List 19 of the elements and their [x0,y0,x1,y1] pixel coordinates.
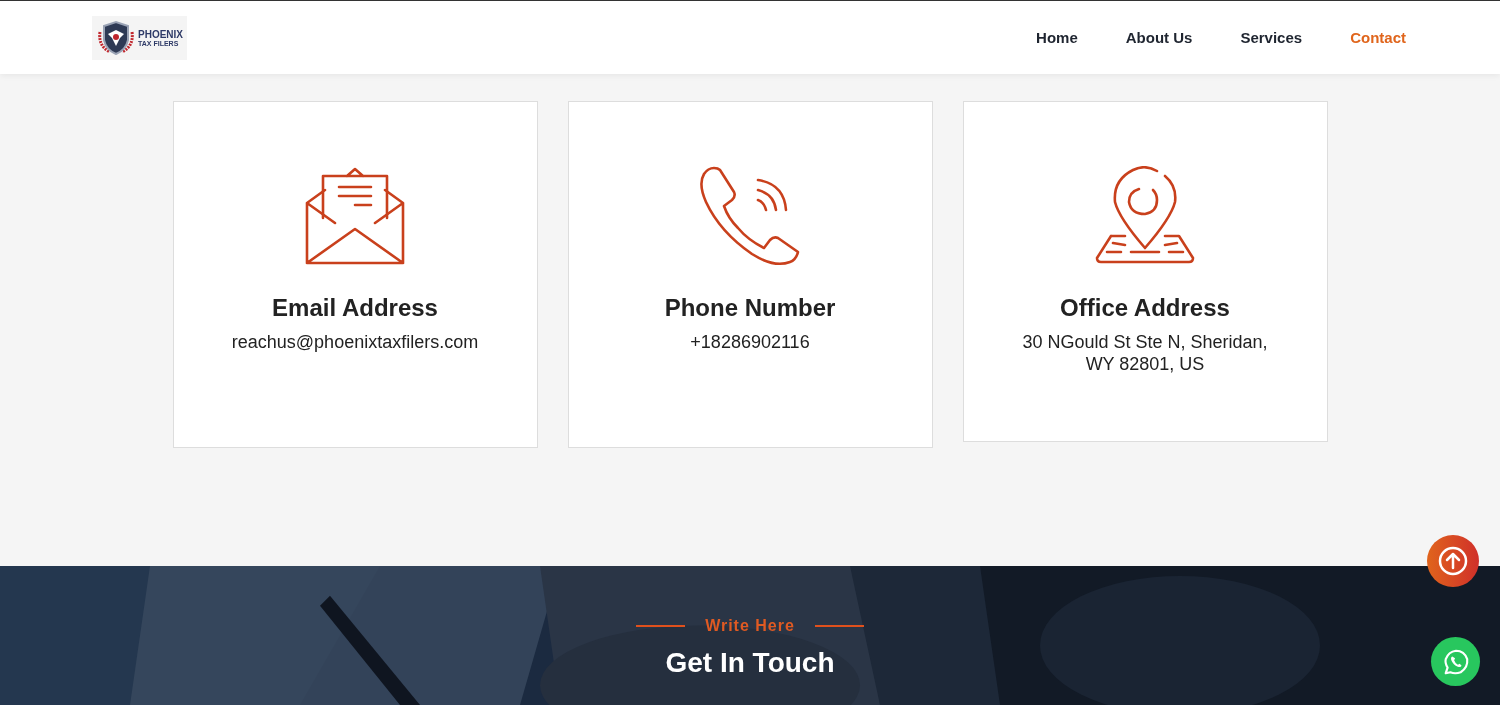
card-detail: reachus@phoenixtaxfilers.com [231,331,479,353]
card-title: Phone Number [664,294,836,322]
nav-link[interactable]: About Us [1101,29,1217,46]
chat-phone-icon [1441,647,1470,676]
logo-wordmark: PHOENIX [138,28,183,40]
card-detail: WY 82801, US [1085,353,1205,375]
card-title: Office Address [1060,294,1230,322]
map-pin-icon [1095,166,1195,266]
section-eyebrow: Write Here [705,617,795,635]
arrow-up-icon [1438,546,1468,576]
card-title: Email Address [272,294,438,322]
card-detail: 30 NGould St Ste N, Sheridan, [1022,331,1268,353]
nav-link[interactable]: Services [1216,29,1327,46]
phone-icon [700,166,800,266]
section-heading: Get In Touch [665,647,835,679]
nav-link[interactable]: Home [1012,29,1102,46]
card-detail: +18286902116 [690,331,810,353]
scroll-to-top-button[interactable] [1427,535,1479,587]
envelope-icon [305,166,405,266]
